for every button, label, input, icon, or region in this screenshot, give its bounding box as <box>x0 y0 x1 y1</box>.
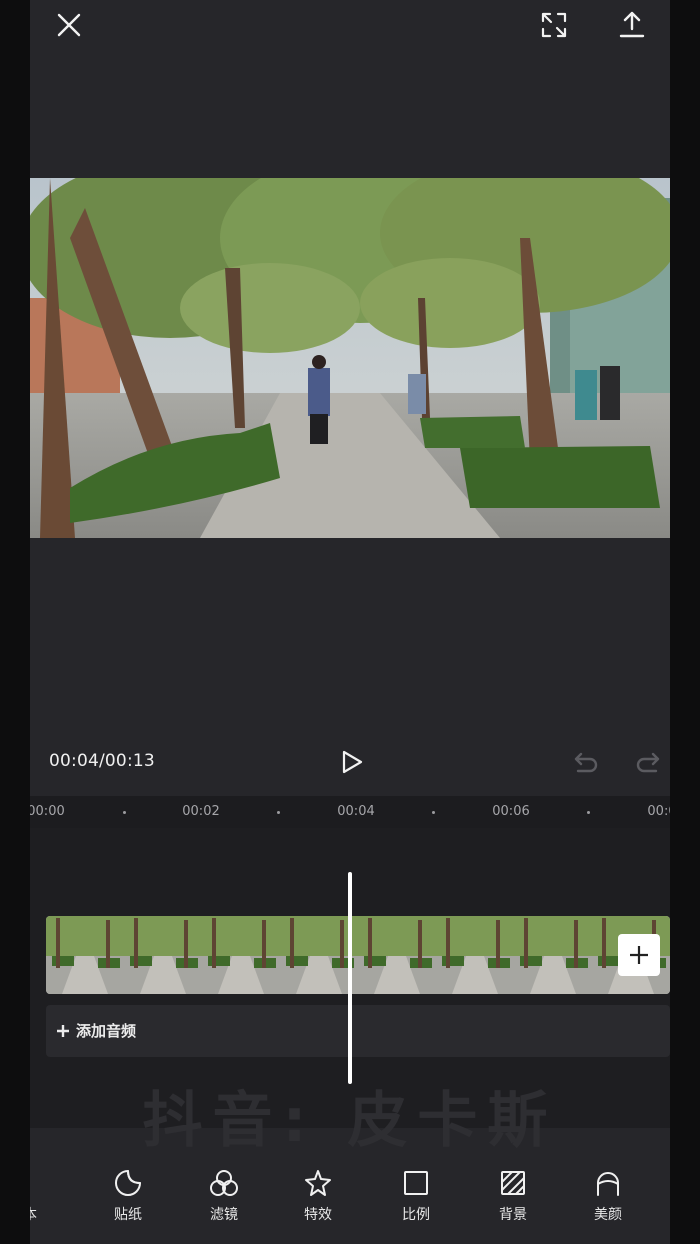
ratio-icon <box>404 1171 428 1195</box>
watermark: 抖音: 皮卡斯 <box>142 1086 558 1156</box>
tool-beauty[interactable]: 美颜 <box>576 1168 640 1224</box>
add-clip-button[interactable] <box>618 934 660 976</box>
add-audio-label: 添加音频 <box>76 1022 137 1040</box>
playhead[interactable] <box>348 872 352 1084</box>
undo-icon <box>574 752 598 773</box>
ruler-tick: 00:04 <box>337 804 375 819</box>
close-icon <box>57 13 81 37</box>
ruler-tick: 00:00 <box>30 804 65 819</box>
video-preview[interactable] <box>30 178 670 538</box>
video-clip-track[interactable] <box>46 916 670 994</box>
beauty-icon <box>597 1172 619 1196</box>
filter-icon <box>210 1170 238 1196</box>
redo-button[interactable] <box>628 742 668 782</box>
tool-label: 比例 <box>402 1207 430 1223</box>
tool-sticker[interactable]: 贴纸 <box>96 1168 160 1224</box>
play-button[interactable] <box>332 742 372 782</box>
bottom-toolbar: 本 贴纸 滤镜 特效 比例 背景 美颜 <box>30 1160 670 1244</box>
play-icon <box>342 750 363 774</box>
plus-icon <box>630 946 648 964</box>
ruler-dot <box>123 811 126 814</box>
tool-label: 贴纸 <box>114 1207 142 1223</box>
tool-label: 本 <box>30 1204 37 1224</box>
playback-controls: 00:04/00:13 <box>30 740 670 784</box>
tool-ratio[interactable]: 比例 <box>384 1168 448 1224</box>
add-audio-track[interactable]: 添加音频 <box>46 1005 670 1057</box>
clip-thumbnails <box>46 916 670 994</box>
tool-label: 美颜 <box>594 1207 622 1223</box>
export-icon <box>619 11 645 38</box>
ruler-dot <box>587 811 590 814</box>
tool-filter[interactable]: 滤镜 <box>192 1168 256 1224</box>
fullscreen-icon <box>541 12 567 38</box>
fullscreen-button[interactable] <box>534 5 574 45</box>
effects-icon <box>305 1170 331 1196</box>
plus-icon <box>57 1024 69 1037</box>
tool-background[interactable]: 背景 <box>481 1168 545 1224</box>
export-button[interactable] <box>612 4 652 44</box>
tool-label: 滤镜 <box>210 1207 238 1223</box>
video-frame <box>30 178 670 538</box>
close-button[interactable] <box>49 5 89 45</box>
time-display: 00:04/00:13 <box>49 751 155 771</box>
ruler-tick: 00:02 <box>182 804 220 819</box>
redo-icon <box>636 752 660 773</box>
tool-label: 背景 <box>499 1207 527 1223</box>
ruler-dot <box>432 811 435 814</box>
sticker-icon <box>115 1170 141 1196</box>
editor-screen: 00:04/00:13 00:00 00:02 00:04 00:06 00:0 <box>30 0 670 1244</box>
add-audio-button[interactable]: 添加音频 <box>56 1020 136 1041</box>
background-icon <box>501 1171 525 1195</box>
text-icon <box>30 1168 45 1198</box>
tool-text[interactable]: 本 <box>30 1168 62 1224</box>
tool-effects[interactable]: 特效 <box>286 1168 350 1224</box>
ruler-tick: 00:06 <box>492 804 530 819</box>
ruler-tick: 00:0 <box>647 804 670 819</box>
ruler-dot <box>277 811 280 814</box>
undo-button[interactable] <box>566 742 606 782</box>
time-ruler[interactable]: 00:00 00:02 00:04 00:06 00:0 <box>30 796 670 828</box>
tool-label: 特效 <box>304 1207 332 1223</box>
top-bar <box>30 0 670 60</box>
